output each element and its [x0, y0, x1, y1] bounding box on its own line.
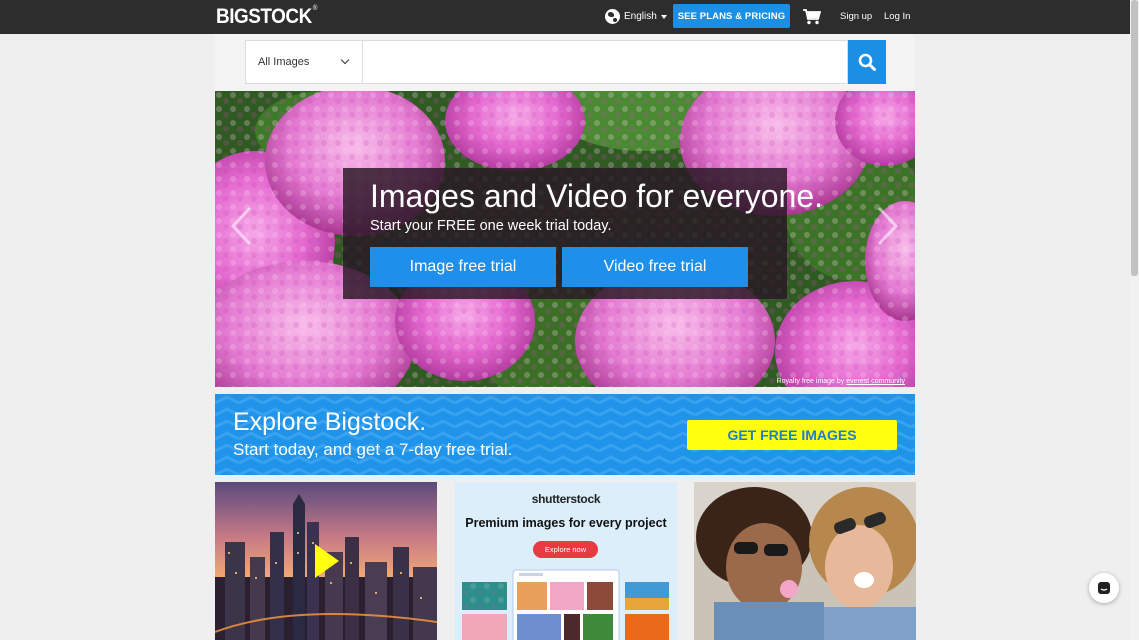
- video-card-city[interactable]: [215, 482, 437, 640]
- image-grid-preview: [462, 569, 669, 640]
- women-laughing-image: [694, 482, 916, 640]
- bigstock-logo[interactable]: BIGSTOCK®: [216, 5, 317, 29]
- log-in-link[interactable]: Log In: [884, 11, 910, 22]
- photo-card-friends[interactable]: [694, 482, 916, 640]
- chevron-right-icon[interactable]: [877, 206, 899, 246]
- media-type-dropdown[interactable]: All Images: [246, 41, 363, 83]
- language-selector[interactable]: English: [605, 9, 667, 24]
- chevron-down-icon: [340, 55, 350, 65]
- credit-prefix: Royalty free image by: [776, 378, 845, 385]
- search-input[interactable]: [364, 41, 847, 83]
- chat-icon: [1098, 582, 1110, 594]
- logo-trademark: ®: [312, 5, 318, 12]
- video-free-trial-button[interactable]: Video free trial: [562, 247, 748, 287]
- explore-subtitle: Start today, and get a 7-day free trial.: [233, 440, 513, 459]
- explore-now-button[interactable]: Explore now: [533, 541, 598, 558]
- play-icon[interactable]: [315, 544, 339, 578]
- hero-banner: Images and Video for everyone. Start you…: [215, 91, 915, 387]
- caret-down-icon: [660, 14, 667, 19]
- globe-icon: [605, 9, 620, 24]
- get-free-images-button[interactable]: GET FREE IMAGES: [687, 420, 897, 450]
- sign-up-link[interactable]: Sign up: [840, 11, 872, 22]
- chevron-left-icon[interactable]: [230, 206, 252, 246]
- hero-title: Images and Video for everyone.: [370, 178, 824, 214]
- logo-text: BIGSTOCK: [216, 5, 312, 28]
- page-scrollbar-thumb[interactable]: [1131, 0, 1138, 276]
- shutterstock-headline: Premium images for every project: [465, 516, 667, 530]
- image-credit: Royalty free image by everest community: [777, 378, 905, 385]
- search-box: All Images: [245, 40, 848, 84]
- shutterstock-logo: shutterstock: [531, 492, 601, 506]
- credit-author-link[interactable]: everest community: [846, 378, 905, 385]
- hero-overlay-box: Images and Video for everyone. Start you…: [343, 168, 823, 299]
- image-free-trial-button[interactable]: Image free trial: [370, 247, 556, 287]
- language-label: English: [624, 11, 657, 22]
- top-nav-bar: BIGSTOCK® English SEE PLANS & PRICING Si…: [0, 0, 1130, 34]
- shutterstock-promo-card[interactable]: shutterstock Premium images for every pr…: [455, 482, 677, 640]
- media-type-label: All Images: [258, 56, 310, 68]
- explore-title: Explore Bigstock.: [233, 408, 427, 436]
- explore-banner: Explore Bigstock. Start today, and get a…: [215, 394, 915, 475]
- shopping-cart-icon[interactable]: [803, 9, 821, 25]
- search-icon: [858, 53, 876, 71]
- hero-subtitle: Start your FREE one week trial today.: [370, 218, 612, 234]
- search-button[interactable]: [848, 40, 886, 84]
- see-plans-pricing-button[interactable]: SEE PLANS & PRICING: [673, 4, 790, 28]
- chat-launcher-button[interactable]: [1089, 573, 1119, 603]
